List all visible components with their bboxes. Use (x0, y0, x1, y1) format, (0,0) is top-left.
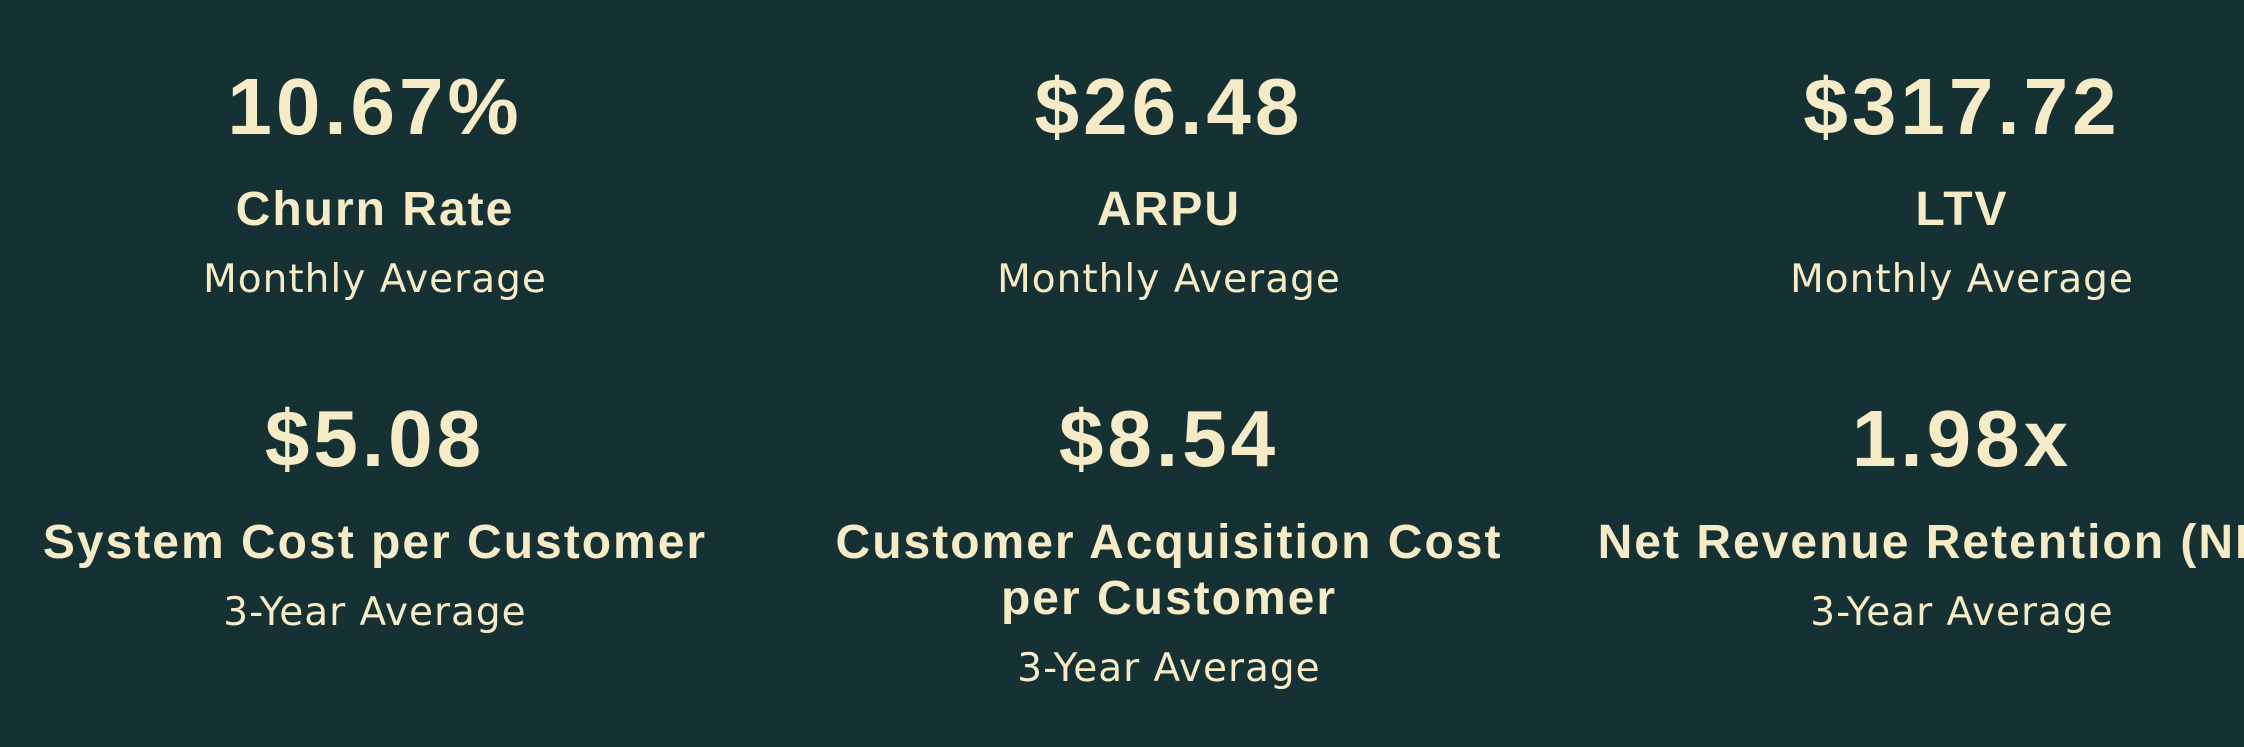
metric-card-acquisition-cost: $8.54 Customer Acquisition Cost per Cust… (789, 390, 1549, 693)
metric-card-nrr: 1.98x Net Revenue Retention (NRR) 3-Year… (1582, 390, 2244, 637)
metric-value: $8.54 (1058, 394, 1280, 483)
metric-label: Churn Rate (235, 183, 515, 236)
metric-value: $317.72 (1803, 62, 2121, 151)
metric-card-arpu: $26.48 ARPU Monthly Average (789, 58, 1549, 304)
metric-card-churn-rate: 10.67% Churn Rate Monthly Average (0, 58, 755, 304)
metric-card-system-cost: $5.08 System Cost per Customer 3-Year Av… (0, 390, 755, 637)
metric-label: System Cost per Customer (42, 516, 708, 569)
metric-label: ARPU (1096, 183, 1241, 236)
metric-label: Net Revenue Retention (NRR) (1597, 516, 2244, 569)
metric-card-ltv: $317.72 LTV Monthly Average (1582, 58, 2244, 304)
metric-subtitle: 3-Year Average (223, 590, 527, 635)
metric-subtitle: Monthly Average (997, 257, 1341, 302)
metric-value: $5.08 (264, 394, 486, 483)
metric-label: LTV (1915, 183, 2009, 236)
metric-subtitle: 3-Year Average (1810, 590, 2114, 635)
metric-value: $26.48 (1034, 62, 1304, 151)
metric-subtitle: Monthly Average (203, 257, 547, 302)
metric-value: 10.67% (227, 62, 523, 151)
metric-subtitle: Monthly Average (1790, 257, 2134, 302)
metric-value: 1.98x (1851, 394, 2073, 483)
metric-label: Customer Acquisition Cost per Customer (835, 516, 1503, 625)
metric-subtitle: 3-Year Average (1017, 646, 1321, 691)
